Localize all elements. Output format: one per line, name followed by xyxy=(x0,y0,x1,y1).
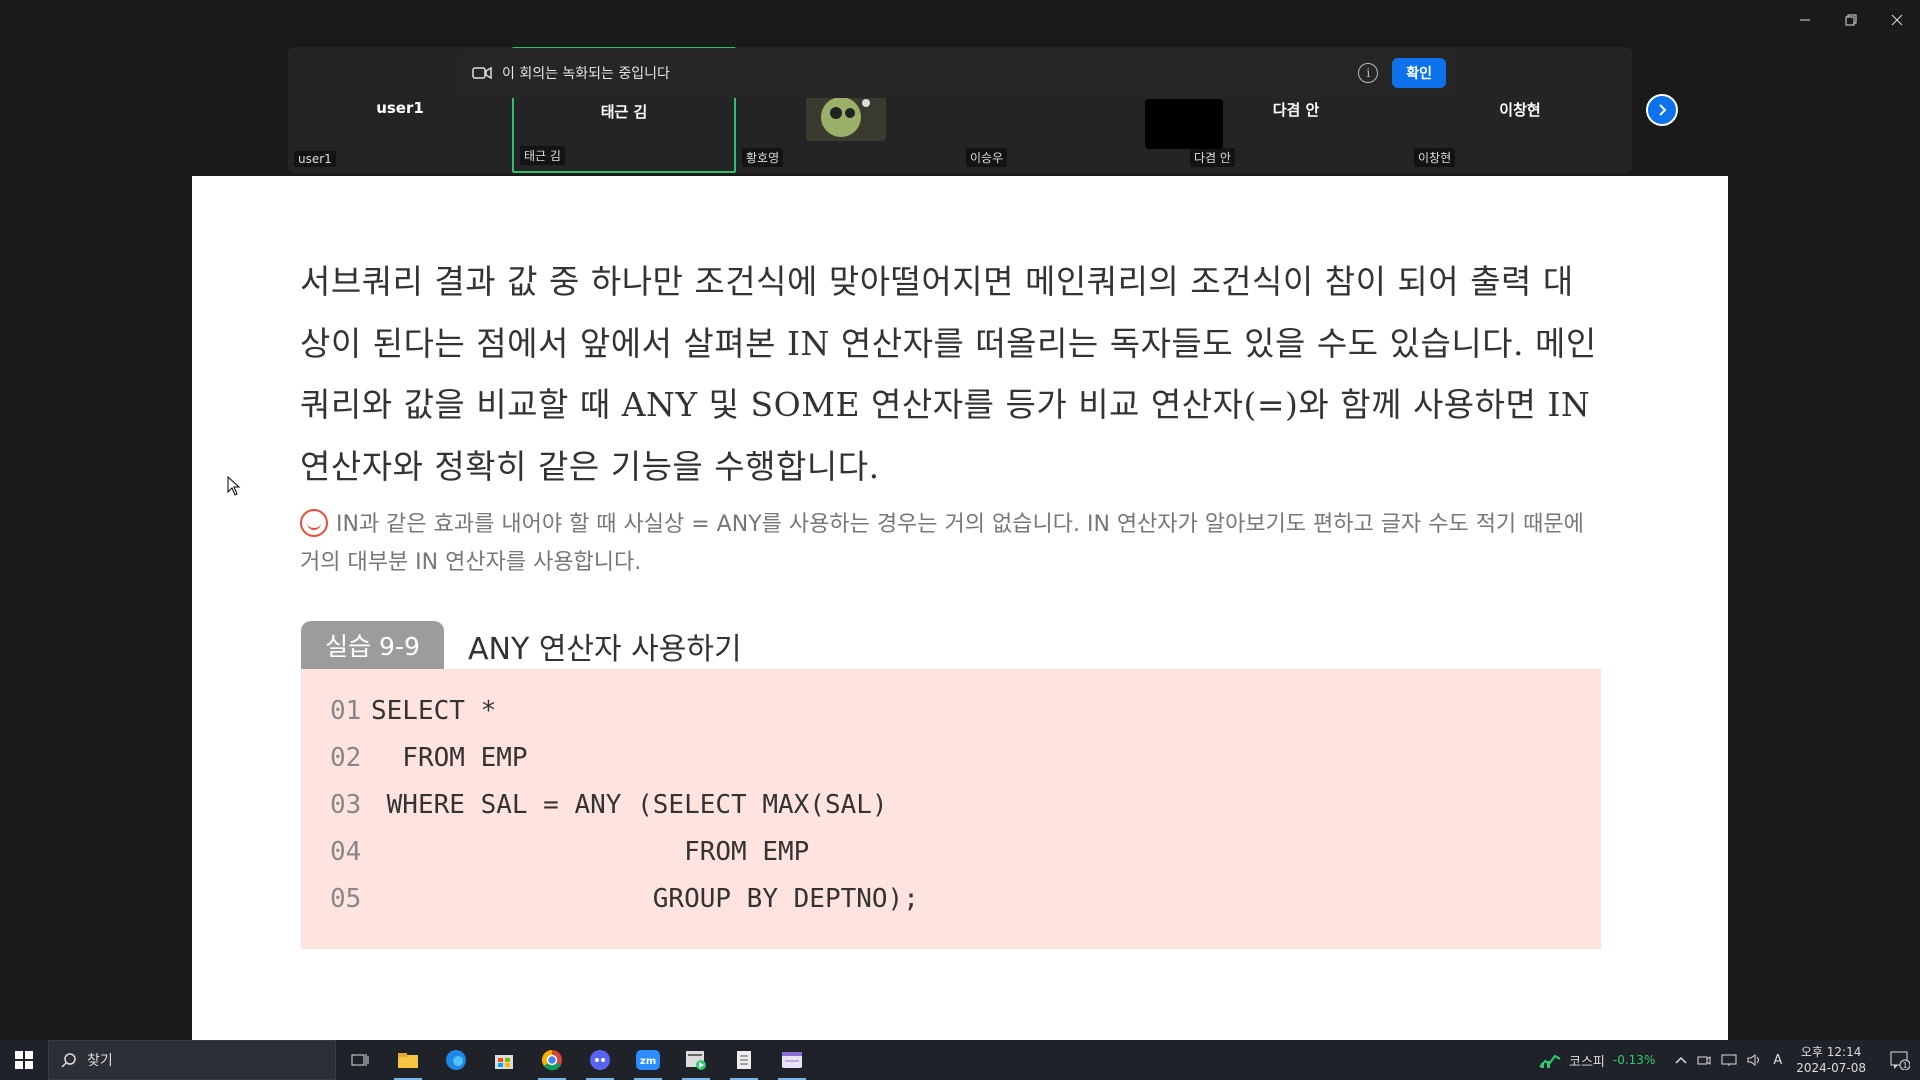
system-tray: 코스피 -0.13% A 오후 12:14 2024-07-08 1 xyxy=(1539,1040,1920,1080)
example-title: ANY 연산자 사용하기 xyxy=(468,632,742,667)
notification-center-button[interactable]: 1 xyxy=(1880,1040,1920,1080)
code-line: 05 GROUP BY DEPTNO); xyxy=(301,875,1601,922)
file-explorer-icon[interactable] xyxy=(384,1040,432,1080)
network-icon[interactable] xyxy=(1721,1053,1737,1067)
input-method-indicator[interactable]: A xyxy=(1773,1053,1782,1068)
participant-display-name: 태근 김 xyxy=(600,103,648,121)
code-text: GROUP BY DEPTNO); xyxy=(371,883,919,914)
code-line: 04 FROM EMP xyxy=(301,828,1601,875)
code-line: 02 FROM EMP xyxy=(301,734,1601,781)
speaker-icon[interactable] xyxy=(1747,1053,1763,1067)
discord-icon[interactable] xyxy=(576,1040,624,1080)
app-window-icon[interactable] xyxy=(768,1040,816,1080)
body-paragraph: 서브쿼리 결과 값 중 하나만 조건식에 맞아떨어지면 메인쿼리의 조건식이 참… xyxy=(300,262,1597,486)
svg-text:zm: zm xyxy=(640,1056,656,1067)
code-text: FROM EMP xyxy=(371,836,810,867)
ok-button[interactable]: 확인 xyxy=(1392,58,1446,88)
participant-display-name: 이창현 xyxy=(1499,101,1541,119)
shared-screen-document: 서브쿼리 결과 값 중 하나만 조건식에 맞아떨어지면 메인쿼리의 조건식이 참… xyxy=(192,176,1728,1040)
info-icon[interactable]: i xyxy=(1358,63,1379,83)
line-number: 05 xyxy=(330,883,362,914)
clock-time: 오후 12:14 xyxy=(1800,1045,1862,1059)
line-number: 03 xyxy=(330,789,362,820)
stock-widget[interactable]: 코스피 -0.13% xyxy=(1539,1051,1655,1070)
chevron-up-icon[interactable] xyxy=(1675,1055,1687,1065)
clock-date: 2024-07-08 xyxy=(1796,1061,1866,1075)
participant-name-label: 황호영 xyxy=(742,148,784,167)
media-player-icon[interactable] xyxy=(672,1040,720,1080)
participant-name-label: 이창현 xyxy=(1414,148,1456,167)
line-number: 02 xyxy=(330,742,362,773)
participant-name-label: 이승우 xyxy=(966,148,1008,167)
tip-note: IN과 같은 효과를 내어야 할 때 사실상 = ANY를 사용하는 경우는 거… xyxy=(300,506,1600,582)
participant-name-label: 태근 김 xyxy=(520,146,565,165)
line-number: 01 xyxy=(330,695,362,726)
code-text: SELECT * xyxy=(371,695,497,726)
tray-icons: A xyxy=(1675,1053,1782,1068)
windows-logo-icon xyxy=(15,1051,33,1069)
notepad-icon[interactable] xyxy=(720,1040,768,1080)
edge-browser-icon[interactable] xyxy=(432,1040,480,1080)
windows-start-button[interactable] xyxy=(0,1040,48,1080)
minimize-icon[interactable] xyxy=(1782,0,1828,40)
stock-chart-icon xyxy=(1539,1054,1561,1068)
stock-name: 코스피 xyxy=(1569,1054,1605,1070)
microsoft-store-icon[interactable] xyxy=(480,1040,528,1080)
chrome-icon[interactable] xyxy=(528,1040,576,1080)
video-camera-icon xyxy=(472,66,492,80)
taskbar-search[interactable]: 찾기 xyxy=(48,1040,336,1080)
tip-text: IN과 같은 효과를 내어야 할 때 사실상 = ANY를 사용하는 경우는 거… xyxy=(300,512,1584,575)
search-placeholder: 찾기 xyxy=(87,1053,113,1069)
clock[interactable]: 오후 12:14 2024-07-08 xyxy=(1796,1044,1866,1076)
code-text: FROM EMP xyxy=(371,742,528,773)
mouse-cursor-icon xyxy=(227,475,241,500)
window-controls xyxy=(1782,0,1920,40)
code-line: 03 WHERE SAL = ANY (SELECT MAX(SAL) xyxy=(301,781,1601,828)
taskbar: 찾기 zm 코스피 -0.13% A 오후 12:14 2024-07-08 1 xyxy=(0,1040,1920,1080)
code-block: 01 SELECT * 02 FROM EMP 03 WHERE SAL = AN… xyxy=(301,669,1601,949)
chevron-right-icon xyxy=(1659,104,1667,116)
line-number: 04 xyxy=(330,836,362,867)
code-line: 01 SELECT * xyxy=(301,687,1601,734)
recording-banner-text: 이 회의는 녹화되는 중입니다 xyxy=(502,66,670,82)
close-icon[interactable] xyxy=(1874,0,1920,40)
smile-icon xyxy=(300,509,328,537)
recording-banner: 이 회의는 녹화되는 중입니다 i 확인 xyxy=(460,48,1458,98)
next-page-button[interactable] xyxy=(1646,94,1678,126)
svg-text:1: 1 xyxy=(1902,1061,1907,1070)
notification-icon: 1 xyxy=(1890,1051,1910,1070)
zoom-icon[interactable]: zm xyxy=(624,1040,672,1080)
participant-display-name: user1 xyxy=(376,99,424,117)
restore-icon[interactable] xyxy=(1828,0,1874,40)
code-text: WHERE SAL = ANY (SELECT MAX(SAL) xyxy=(371,789,888,820)
task-view-icon[interactable] xyxy=(336,1040,384,1080)
meet-now-icon[interactable] xyxy=(1697,1053,1711,1067)
stock-change: -0.13% xyxy=(1612,1053,1656,1067)
participant-name-label: 다겸 안 xyxy=(1190,148,1235,167)
search-icon xyxy=(61,1053,76,1068)
example-label: 실습 9-9 xyxy=(301,621,444,669)
participant-name-label: user1 xyxy=(294,151,336,167)
participant-display-name: 다겸 안 xyxy=(1272,101,1320,119)
